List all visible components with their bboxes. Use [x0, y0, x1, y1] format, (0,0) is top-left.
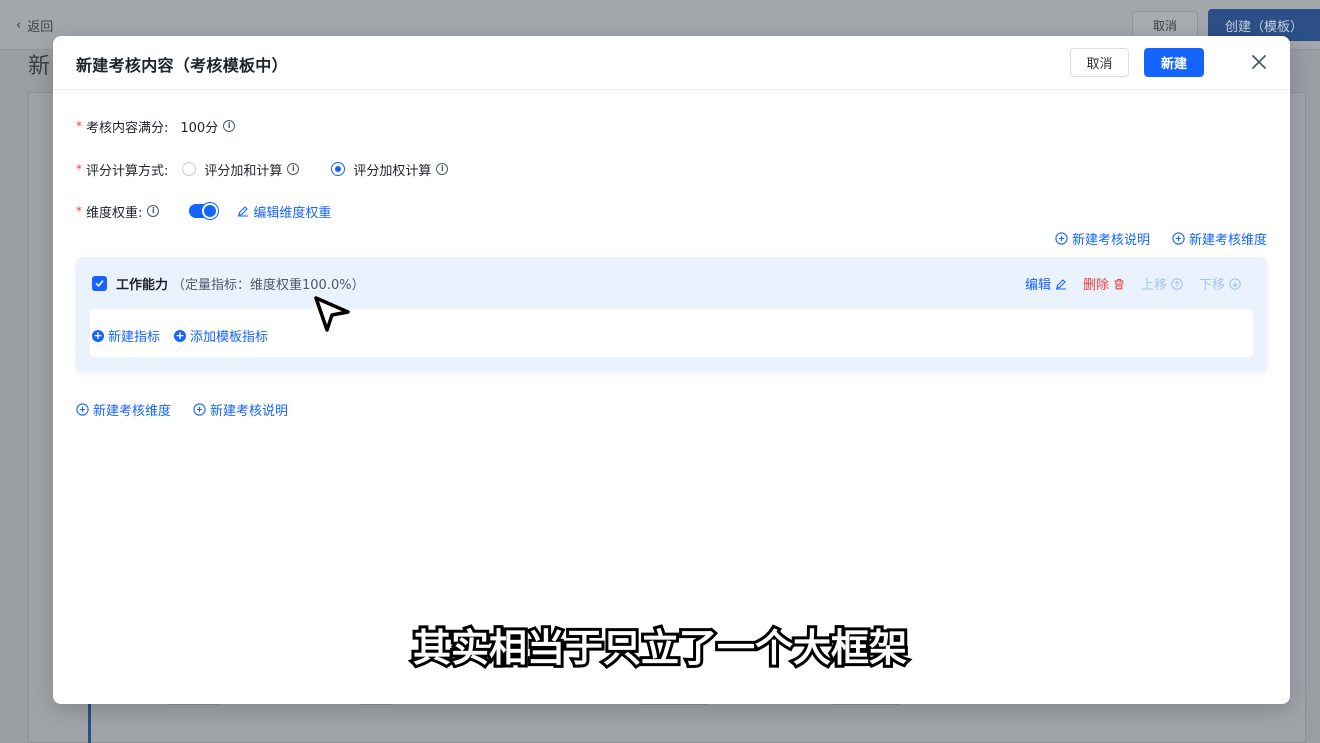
delete-dimension-button[interactable]: 删除	[1083, 274, 1125, 293]
plus-circle-icon	[193, 403, 206, 416]
plus-circle-icon	[1055, 232, 1068, 245]
background-page-title: 新	[28, 54, 51, 79]
required-mark: *	[76, 162, 82, 176]
radio-weighted-label: 评分加权计算	[353, 163, 432, 179]
mouse-cursor-icon	[313, 295, 353, 335]
dimension-card: 工作能力 （定量指标：维度权重100.0%） 编辑 删除 上移 下移 + 新建指…	[76, 257, 1267, 372]
edit-icon	[1055, 278, 1066, 290]
plus-circle-icon	[1172, 232, 1185, 245]
dimension-checkbox[interactable]	[92, 276, 107, 291]
dim-weight-row: * 维度权重: i 编辑维度权重	[76, 201, 331, 221]
edit-dim-weight-link[interactable]: 编辑维度权重	[237, 202, 331, 221]
add-template-indicator-label: 添加模板指标	[190, 330, 269, 345]
required-mark: *	[76, 119, 82, 133]
plus-circle-filled-icon: +	[174, 329, 187, 342]
full-score-row: * 考核内容满分: 100分 i	[76, 116, 236, 136]
dimension-name: 工作能力	[116, 278, 169, 293]
dimension-header: 工作能力 （定量指标：维度权重100.0%）	[92, 274, 365, 293]
arrow-down-circle-icon	[1229, 277, 1241, 290]
back-label: 返回	[27, 20, 54, 35]
edit-dim-weight-label: 编辑维度权重	[253, 205, 332, 221]
radio-sum-dot[interactable]	[182, 162, 197, 176]
info-icon[interactable]: i	[287, 163, 300, 175]
dimension-body: + 新建指标 + 添加模板指标	[90, 309, 1253, 357]
info-icon[interactable]: i	[223, 120, 236, 132]
dim-weight-toggle[interactable]	[189, 203, 219, 219]
trash-icon	[1114, 278, 1124, 289]
full-score-label: 考核内容满分:	[86, 120, 169, 136]
check-icon	[95, 280, 104, 287]
chevron-left-icon: ‹	[16, 18, 22, 33]
radio-weighted-dot[interactable]	[331, 162, 346, 176]
new-dimension-label: 新建考核维度	[93, 404, 172, 419]
modal-title: 新建考核内容（考核模板中）	[76, 56, 288, 75]
new-indicator-link[interactable]: + 新建指标	[92, 326, 160, 345]
plus-circle-filled-icon: +	[92, 329, 104, 342]
video-subtitle: 其实相当于只立了一个大框架	[410, 623, 910, 673]
calc-method-row: * 评分计算方式: 评分加和计算 i 评分加权计算 i	[76, 159, 449, 179]
new-button[interactable]: 新建	[1144, 48, 1204, 77]
move-up-button[interactable]: 上移	[1141, 274, 1183, 293]
background-table-header	[118, 697, 1288, 743]
new-indicator-label: 新建指标	[108, 330, 161, 345]
edit-dimension-button[interactable]: 编辑	[1025, 274, 1067, 293]
new-note-link-bottom[interactable]: 新建考核说明	[193, 400, 288, 419]
new-dimension-link-bottom[interactable]: 新建考核维度	[76, 400, 171, 419]
new-note-label: 新建考核说明	[210, 404, 289, 419]
dimension-actions: 编辑 删除 上移 下移	[1025, 274, 1241, 293]
full-score-value: 100分	[180, 120, 219, 136]
move-down-button[interactable]: 下移	[1199, 274, 1241, 293]
edit-icon	[238, 206, 249, 217]
edit-label: 编辑	[1024, 278, 1051, 293]
arrow-up-circle-icon	[1171, 277, 1183, 290]
back-link[interactable]: ‹ 返回	[16, 16, 53, 35]
top-links: 新建考核说明 新建考核维度	[1055, 229, 1267, 248]
add-template-indicator-link[interactable]: + 添加模板指标	[174, 326, 268, 345]
new-note-link-top[interactable]: 新建考核说明	[1055, 229, 1150, 248]
radio-weighted[interactable]: 评分加权计算	[331, 160, 431, 179]
modal-header: 新建考核内容（考核模板中） 取消 新建	[53, 36, 1290, 90]
bottom-links: 新建考核维度 新建考核说明	[76, 400, 288, 419]
new-dimension-label: 新建考核维度	[1188, 233, 1267, 248]
close-icon[interactable]	[1249, 52, 1269, 72]
dimension-meta: （定量指标：维度权重100.0%）	[172, 278, 365, 293]
required-mark: *	[76, 204, 82, 218]
cancel-button[interactable]: 取消	[1070, 48, 1129, 77]
info-icon[interactable]: i	[436, 163, 449, 175]
info-icon[interactable]: i	[147, 205, 160, 217]
plus-circle-icon	[76, 403, 89, 416]
calc-method-label: 评分计算方式:	[86, 163, 169, 179]
new-note-label: 新建考核说明	[1071, 233, 1150, 248]
delete-label: 删除	[1082, 278, 1109, 293]
new-dimension-link-top[interactable]: 新建考核维度	[1172, 229, 1267, 248]
dim-weight-label: 维度权重:	[86, 205, 143, 221]
indicator-links: + 新建指标 + 添加模板指标	[92, 326, 268, 345]
move-down-label: 下移	[1198, 278, 1225, 293]
create-content-modal: 新建考核内容（考核模板中） 取消 新建 * 考核内容满分: 100分 i * 评…	[53, 36, 1290, 704]
background-cancel-button[interactable]: 取消	[1132, 11, 1198, 39]
move-up-label: 上移	[1140, 278, 1167, 293]
radio-sum[interactable]: 评分加和计算	[182, 160, 282, 179]
radio-sum-label: 评分加和计算	[204, 163, 283, 179]
